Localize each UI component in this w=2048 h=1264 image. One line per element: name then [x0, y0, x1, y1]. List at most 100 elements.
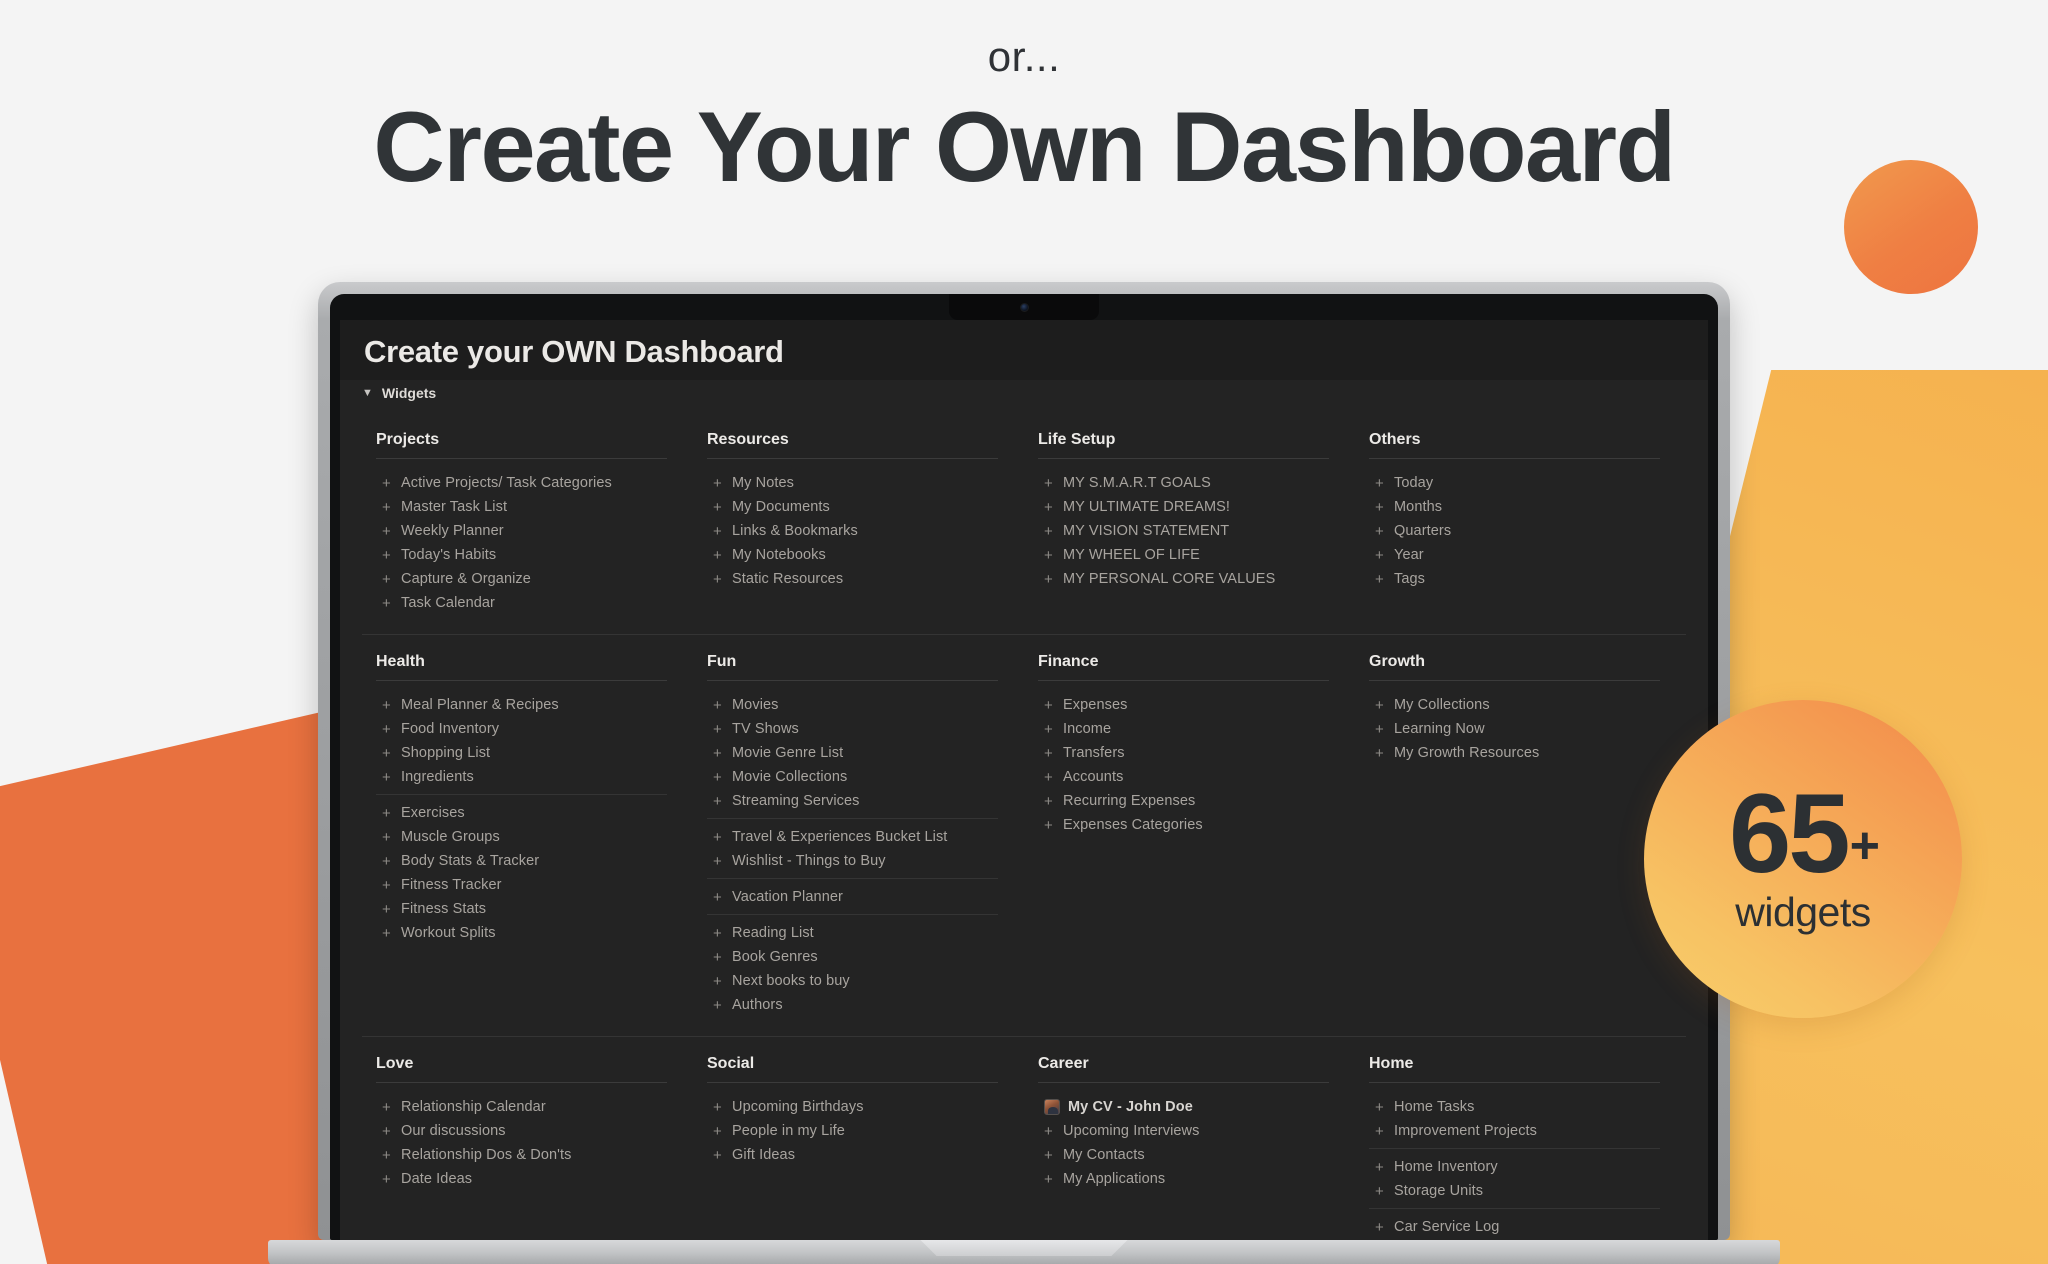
widget-item[interactable]: +Recurring Expenses	[1038, 789, 1329, 813]
plus-icon[interactable]: +	[382, 830, 393, 845]
widget-item[interactable]: +My Notes	[707, 471, 998, 495]
plus-icon[interactable]: +	[382, 596, 393, 611]
plus-icon[interactable]: +	[1044, 548, 1055, 563]
widget-item[interactable]: +MY PERSONAL CORE VALUES	[1038, 567, 1329, 591]
widget-item[interactable]: +Date Ideas	[376, 1167, 667, 1191]
plus-icon[interactable]: +	[1375, 548, 1386, 563]
widget-item[interactable]: +Muscle Groups	[376, 825, 667, 849]
plus-icon[interactable]: +	[382, 770, 393, 785]
widget-item[interactable]: +Storage Units	[1369, 1179, 1660, 1203]
plus-icon[interactable]: +	[713, 746, 724, 761]
plus-icon[interactable]: +	[382, 548, 393, 563]
plus-icon[interactable]: +	[713, 1148, 724, 1163]
widget-item[interactable]: My CV - John Doe	[1038, 1095, 1329, 1119]
plus-icon[interactable]: +	[713, 890, 724, 905]
plus-icon[interactable]: +	[1375, 500, 1386, 515]
widget-item[interactable]: +Learning Now	[1369, 717, 1660, 741]
plus-icon[interactable]: +	[713, 722, 724, 737]
widget-item[interactable]: +Gift Ideas	[707, 1143, 998, 1167]
plus-icon[interactable]: +	[713, 926, 724, 941]
widget-item[interactable]: +My Documents	[707, 495, 998, 519]
widgets-section-toggle[interactable]: ▼ Widgets	[340, 380, 1708, 401]
plus-icon[interactable]: +	[1375, 746, 1386, 761]
plus-icon[interactable]: +	[713, 770, 724, 785]
widget-item[interactable]: +Shopping List	[376, 741, 667, 765]
widget-item[interactable]: +Year	[1369, 543, 1660, 567]
plus-icon[interactable]: +	[382, 878, 393, 893]
plus-icon[interactable]: +	[713, 500, 724, 515]
plus-icon[interactable]: +	[1044, 746, 1055, 761]
widget-item[interactable]: +Authors	[707, 993, 998, 1017]
plus-icon[interactable]: +	[1375, 722, 1386, 737]
plus-icon[interactable]: +	[713, 1124, 724, 1139]
plus-icon[interactable]: +	[1044, 770, 1055, 785]
widget-item[interactable]: +Upcoming Interviews	[1038, 1119, 1329, 1143]
plus-icon[interactable]: +	[1044, 698, 1055, 713]
widget-item[interactable]: +Today	[1369, 471, 1660, 495]
plus-icon[interactable]: +	[713, 974, 724, 989]
widget-item[interactable]: +Ingredients	[376, 765, 667, 789]
widget-item[interactable]: +Accounts	[1038, 765, 1329, 789]
widget-item[interactable]: +Task Calendar	[376, 591, 667, 615]
widget-item[interactable]: +Tags	[1369, 567, 1660, 591]
plus-icon[interactable]: +	[382, 698, 393, 713]
widget-item[interactable]: +Static Resources	[707, 567, 998, 591]
widget-item[interactable]: +Movie Collections	[707, 765, 998, 789]
plus-icon[interactable]: +	[382, 524, 393, 539]
widget-item[interactable]: +Home Inventory	[1369, 1155, 1660, 1179]
widget-item[interactable]: +Meal Planner & Recipes	[376, 693, 667, 717]
plus-icon[interactable]: +	[1044, 476, 1055, 491]
plus-icon[interactable]: +	[713, 698, 724, 713]
widget-item[interactable]: +My Growth Resources	[1369, 741, 1660, 765]
widget-item[interactable]: +Expenses	[1038, 693, 1329, 717]
widget-item[interactable]: +MY ULTIMATE DREAMS!	[1038, 495, 1329, 519]
plus-icon[interactable]: +	[1375, 1100, 1386, 1115]
plus-icon[interactable]: +	[713, 794, 724, 809]
widget-item[interactable]: +Months	[1369, 495, 1660, 519]
plus-icon[interactable]: +	[713, 524, 724, 539]
widget-item[interactable]: +Book Genres	[707, 945, 998, 969]
widget-item[interactable]: +Upcoming Birthdays	[707, 1095, 998, 1119]
widget-item[interactable]: +Transfers	[1038, 741, 1329, 765]
plus-icon[interactable]: +	[1044, 1124, 1055, 1139]
widget-item[interactable]: +Streaming Services	[707, 789, 998, 813]
widget-item[interactable]: +Movie Genre List	[707, 741, 998, 765]
plus-icon[interactable]: +	[1375, 1124, 1386, 1139]
plus-icon[interactable]: +	[382, 902, 393, 917]
widget-item[interactable]: +Quarters	[1369, 519, 1660, 543]
widget-item[interactable]: +Reading List	[707, 921, 998, 945]
widget-item[interactable]: +Travel & Experiences Bucket List	[707, 825, 998, 849]
plus-icon[interactable]: +	[1044, 572, 1055, 587]
plus-icon[interactable]: +	[1044, 722, 1055, 737]
widget-item[interactable]: +Income	[1038, 717, 1329, 741]
plus-icon[interactable]: +	[713, 950, 724, 965]
plus-icon[interactable]: +	[1375, 476, 1386, 491]
plus-icon[interactable]: +	[382, 806, 393, 821]
widget-item[interactable]: +My Notebooks	[707, 543, 998, 567]
plus-icon[interactable]: +	[382, 500, 393, 515]
widget-item[interactable]: +Capture & Organize	[376, 567, 667, 591]
plus-icon[interactable]: +	[382, 746, 393, 761]
plus-icon[interactable]: +	[1044, 794, 1055, 809]
widget-item[interactable]: +MY S.M.A.R.T GOALS	[1038, 471, 1329, 495]
widget-item[interactable]: +Master Task List	[376, 495, 667, 519]
widget-item[interactable]: +Wishlist - Things to Buy	[707, 849, 998, 873]
plus-icon[interactable]: +	[713, 830, 724, 845]
widget-item[interactable]: +My Applications	[1038, 1167, 1329, 1191]
widget-item[interactable]: +Body Stats & Tracker	[376, 849, 667, 873]
widget-item[interactable]: +Active Projects/ Task Categories	[376, 471, 667, 495]
plus-icon[interactable]: +	[1375, 698, 1386, 713]
plus-icon[interactable]: +	[382, 572, 393, 587]
widget-item[interactable]: +My Collections	[1369, 693, 1660, 717]
plus-icon[interactable]: +	[713, 998, 724, 1013]
widget-item[interactable]: +TV Shows	[707, 717, 998, 741]
avatar-icon[interactable]	[1044, 1099, 1060, 1115]
widget-item[interactable]: +Our discussions	[376, 1119, 667, 1143]
plus-icon[interactable]: +	[1044, 1148, 1055, 1163]
plus-icon[interactable]: +	[713, 476, 724, 491]
plus-icon[interactable]: +	[382, 926, 393, 941]
widget-item[interactable]: +Home Tasks	[1369, 1095, 1660, 1119]
plus-icon[interactable]: +	[713, 548, 724, 563]
widget-item[interactable]: +MY VISION STATEMENT	[1038, 519, 1329, 543]
widget-item[interactable]: +Workout Splits	[376, 921, 667, 945]
